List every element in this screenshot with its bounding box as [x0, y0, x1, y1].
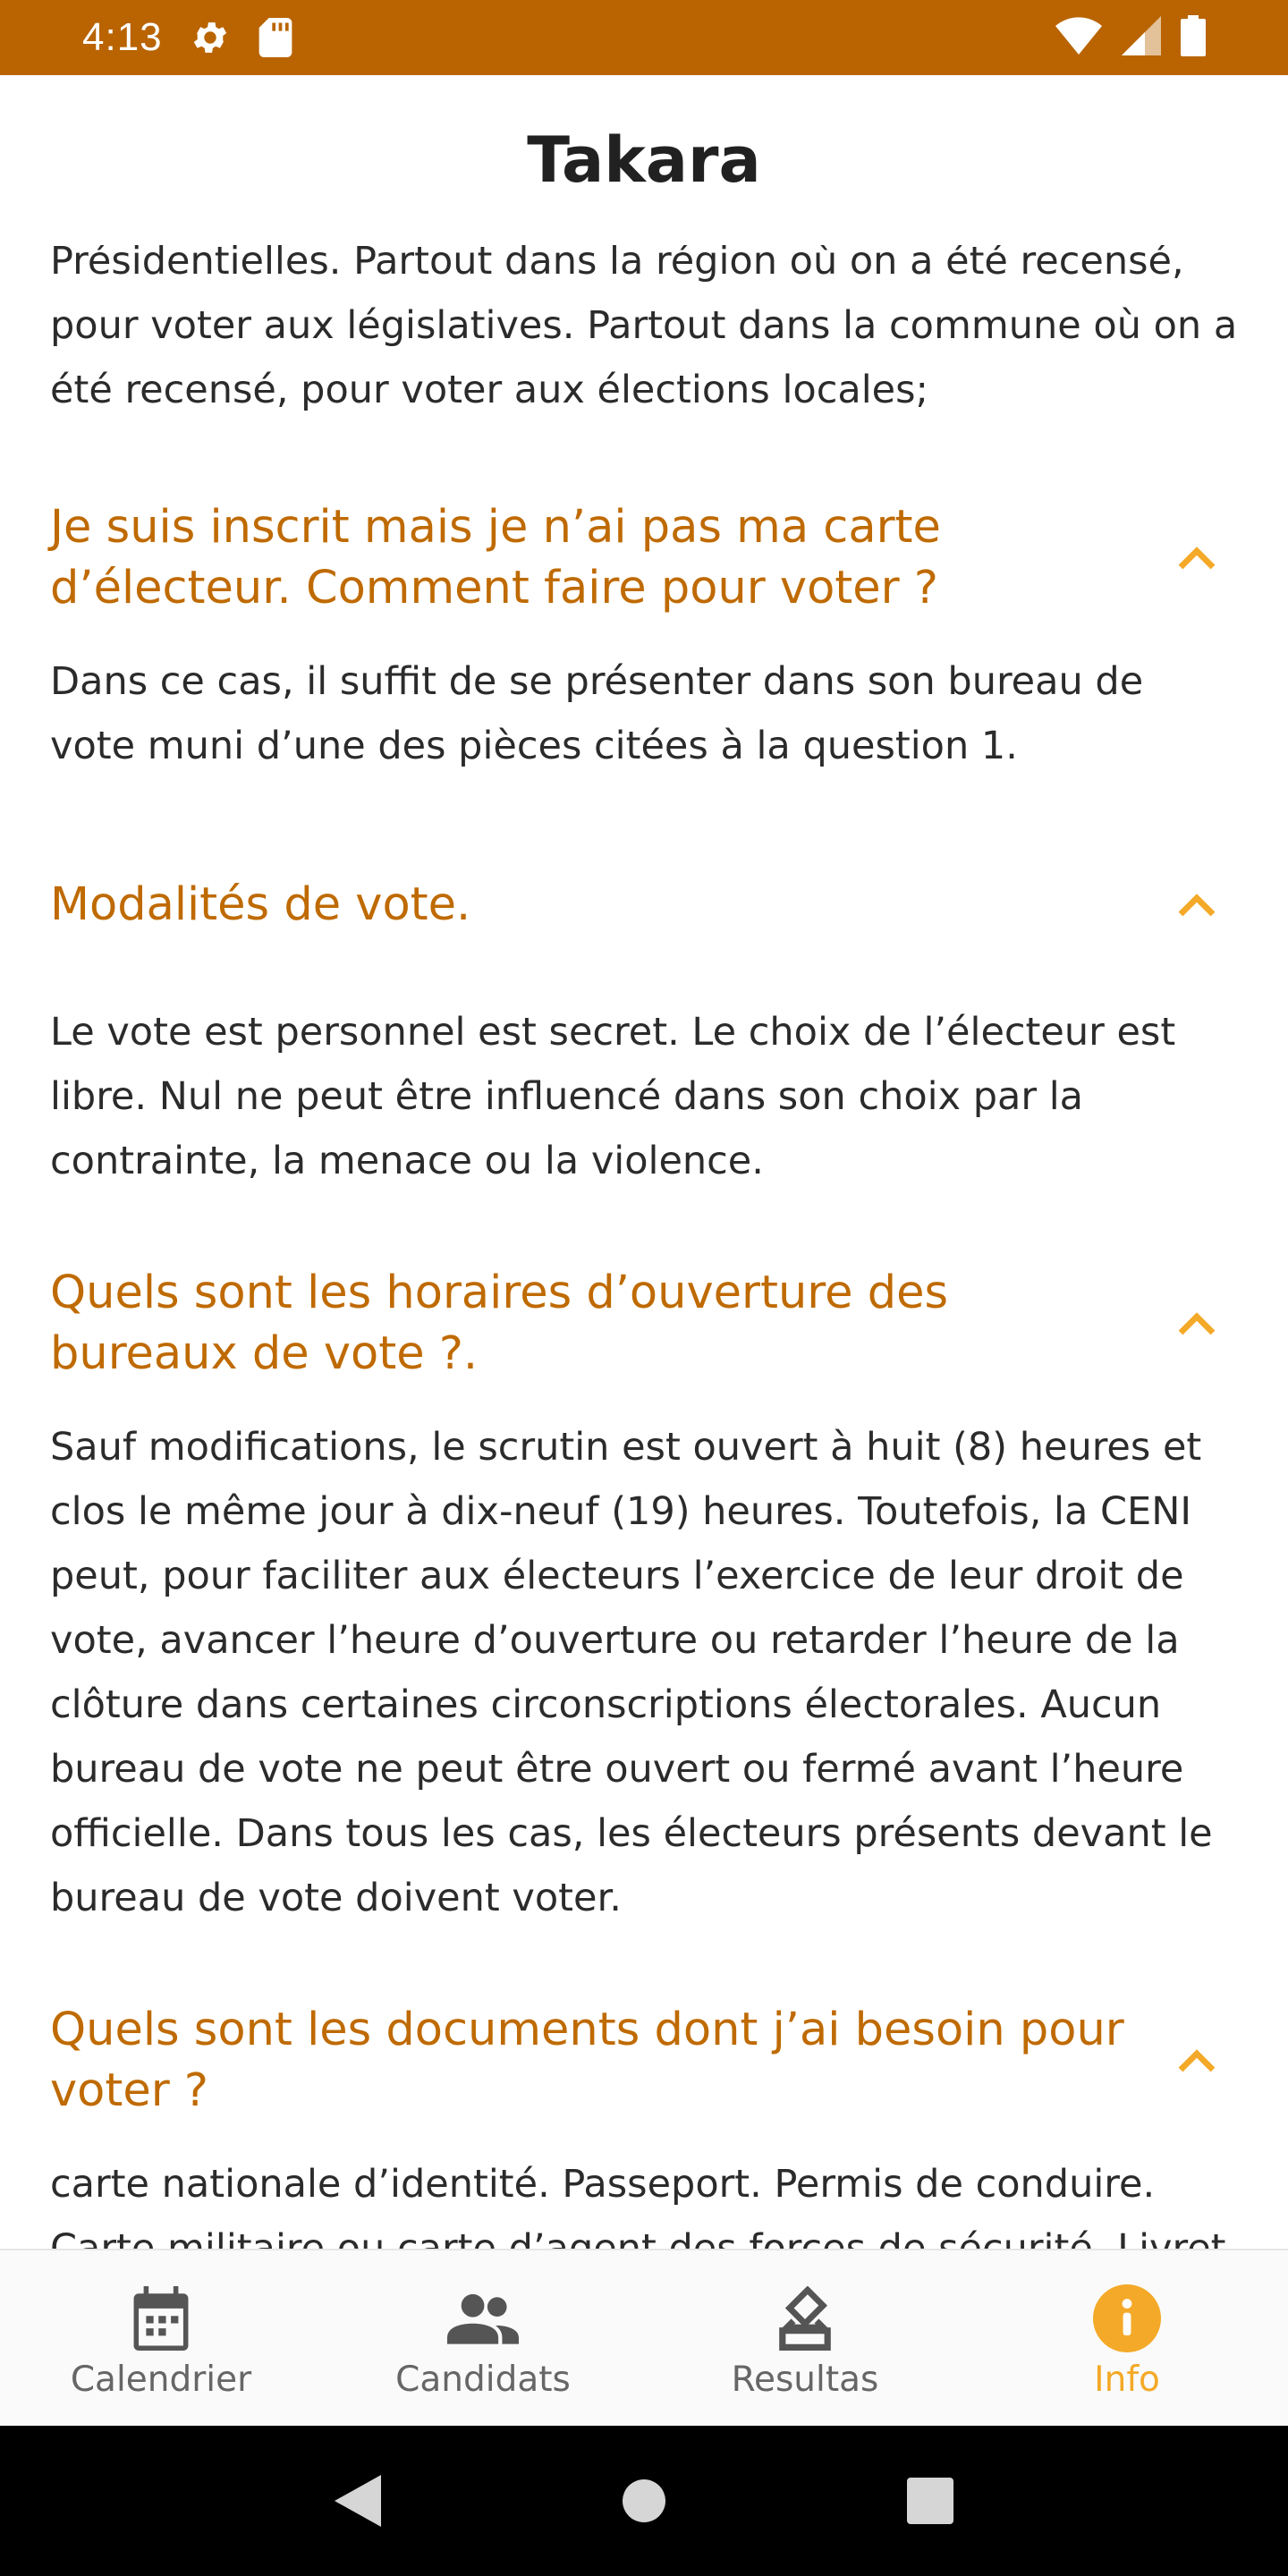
ballot-box-icon: [769, 2283, 841, 2354]
calendar-icon: [125, 2283, 197, 2354]
chevron-up-icon[interactable]: [1170, 531, 1224, 585]
faq-answer-line: pour voter aux législatives. Partout dan…: [50, 303, 1238, 348]
nav-item-resultas[interactable]: Resultas: [644, 2250, 966, 2426]
faq-question[interactable]: Je suis inscrit mais je n’ai pas ma cart…: [50, 497, 1170, 619]
faq-list: Présidentielles. Partout dans la région …: [0, 245, 1288, 2249]
nav-item-candidats[interactable]: Candidats: [322, 2250, 644, 2426]
faq-answer-partial: Présidentielles. Partout dans la région …: [0, 245, 1288, 422]
wifi-icon: [1055, 17, 1102, 58]
faq-answer-line: été recensé, pour voter aux élections lo…: [50, 368, 928, 412]
faq-answer: Sauf modifications, le scrutin est ouver…: [50, 1425, 1213, 1920]
nav-label: Candidats: [395, 2359, 571, 2400]
status-right-icons: [1055, 15, 1206, 60]
screen: 4:13 Takara Présidentielles. Partout dan…: [0, 0, 1288, 2576]
gear-icon: [190, 17, 231, 58]
people-icon: [447, 2283, 519, 2354]
chevron-up-icon[interactable]: [1170, 2034, 1224, 2088]
faq-question-row[interactable]: Je suis inscrit mais je n’ai pas ma cart…: [0, 497, 1288, 619]
faq-question[interactable]: Modalités de vote.: [50, 875, 1170, 936]
faq-answer: carte nationale d’identité. Passeport. P…: [50, 2162, 1226, 2249]
recents-icon[interactable]: [894, 2465, 966, 2537]
faq-answer-line: Présidentielles. Partout dans la région …: [50, 245, 1184, 284]
nav-item-info[interactable]: Info: [966, 2250, 1288, 2426]
home-icon[interactable]: [608, 2465, 680, 2537]
nav-label: Info: [1094, 2359, 1160, 2400]
chevron-up-icon[interactable]: [1170, 1297, 1224, 1351]
faq-question-row[interactable]: Modalités de vote.: [0, 875, 1288, 936]
faq-answer: Le vote est personnel est secret. Le cho…: [50, 1010, 1176, 1183]
back-icon[interactable]: [322, 2465, 394, 2537]
nav-label: Resultas: [731, 2359, 879, 2400]
faq-answer: Dans ce cas, il suffit de se présenter d…: [50, 659, 1144, 768]
faq-question[interactable]: Quels sont les documents dont j’ai besoi…: [50, 2000, 1170, 2122]
battery-icon: [1181, 15, 1206, 60]
faq-scroll-area[interactable]: Présidentielles. Partout dans la région …: [0, 245, 1288, 2249]
status-bar: 4:13: [0, 0, 1288, 75]
bottom-navigation: Calendrier Candidats Resultas Info: [0, 2249, 1288, 2426]
signal-icon: [1122, 16, 1161, 59]
faq-question[interactable]: Quels sont les horaires d’ouverture des …: [50, 1263, 1170, 1385]
info-icon: [1091, 2283, 1163, 2354]
faq-question-row[interactable]: Quels sont les documents dont j’ai besoi…: [0, 2000, 1288, 2122]
app-title: Takara: [527, 123, 761, 197]
chevron-up-icon[interactable]: [1170, 878, 1224, 932]
app-bar: Takara: [0, 75, 1288, 245]
faq-question-row[interactable]: Quels sont les horaires d’ouverture des …: [0, 1263, 1288, 1385]
system-navigation-bar: [0, 2426, 1288, 2576]
status-time: 4:13: [82, 15, 163, 59]
nav-item-calendrier[interactable]: Calendrier: [0, 2250, 322, 2426]
sd-card-icon: [258, 18, 293, 57]
nav-label: Calendrier: [70, 2359, 252, 2400]
